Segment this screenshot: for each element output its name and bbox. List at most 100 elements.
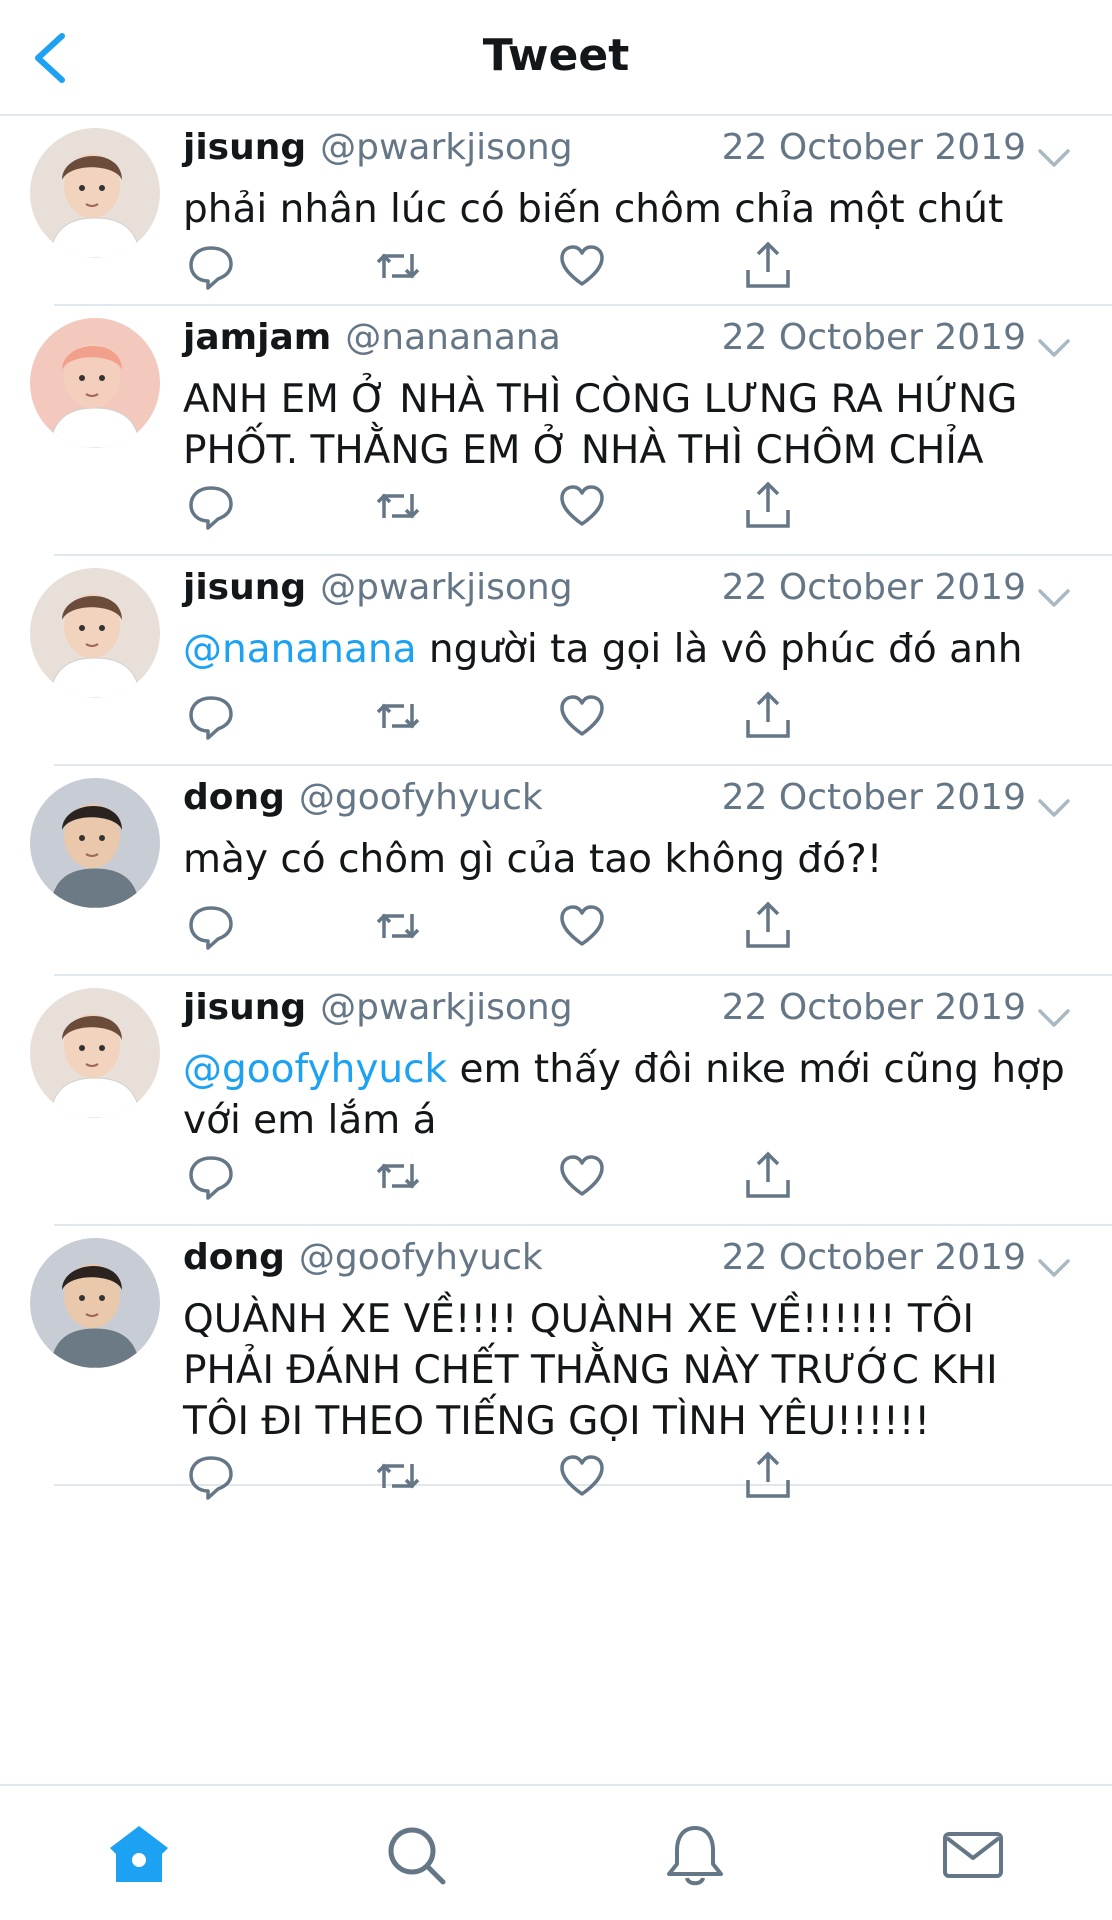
chevron-down-icon[interactable] <box>1036 324 1072 357</box>
search-icon <box>388 1827 446 1885</box>
nav-search[interactable] <box>381 1820 451 1890</box>
tweet-text: QUÀNH XE VỀ!!!! QUÀNH XE VỀ!!!!!! TÔI PHẢ… <box>183 1294 1072 1447</box>
tweet-item[interactable]: jisung @pwarkjisong 22 October 2019 phải nh… <box>30 116 1112 306</box>
tweet-content: dong @goofyhyuck 22 October 2019 mày có chô… <box>183 772 1072 885</box>
top-bar: Tweet <box>0 0 1112 116</box>
like-icon[interactable] <box>554 898 610 954</box>
tweet-text: mày có chôm gì của tao không đó?! <box>183 834 1072 885</box>
reply-icon[interactable] <box>183 898 239 954</box>
tweet-item[interactable]: jisung @pwarkjisong 22 October 2019 @goofyh… <box>30 976 1112 1226</box>
messages-icon <box>943 1832 1003 1878</box>
tweet-item[interactable]: jisung @pwarkjisong 22 October 2019 @nanana… <box>30 556 1112 766</box>
nav-home[interactable] <box>104 1820 174 1890</box>
chevron-down-icon[interactable] <box>1036 784 1072 817</box>
reply-icon[interactable] <box>183 1148 239 1204</box>
display-name[interactable]: jisung <box>183 987 306 1028</box>
avatar[interactable] <box>30 318 160 448</box>
nav-notifications[interactable] <box>660 1820 730 1890</box>
chevron-down-icon[interactable] <box>1036 994 1072 1027</box>
tweet-date: 22 October 2019 <box>721 987 1026 1028</box>
mention-link[interactable]: @nananana <box>183 627 416 672</box>
share-icon[interactable] <box>740 238 796 294</box>
user-handle[interactable]: @nananana <box>345 317 561 358</box>
nav-messages[interactable] <box>938 1820 1008 1890</box>
user-handle[interactable]: @pwarkjisong <box>320 127 572 168</box>
like-icon[interactable] <box>554 478 610 534</box>
avatar[interactable] <box>30 128 160 258</box>
display-name[interactable]: jisung <box>183 127 306 168</box>
mention-link[interactable]: @goofyhyuck <box>183 1047 447 1092</box>
share-icon[interactable] <box>740 1148 796 1204</box>
tweet-text-line: mày có chôm gì của tao không đó?! <box>183 834 1072 885</box>
tweet-text: phải nhân lúc có biến chôm chỉa một chút <box>183 184 1072 235</box>
share-icon[interactable] <box>740 688 796 744</box>
share-icon[interactable] <box>740 478 796 534</box>
reply-icon[interactable] <box>183 1448 239 1504</box>
tweet-text-segment: với em lắm á <box>183 1098 437 1143</box>
tweet-text-segment: em thấy đôi nike mới cũng hợp <box>447 1047 1065 1092</box>
tweet-thread-screen: Tweet jisung @pwarkjisong 22 October 2019 p… <box>0 0 1112 1920</box>
reply-icon[interactable] <box>183 478 239 534</box>
like-icon[interactable] <box>554 1448 610 1504</box>
avatar[interactable] <box>30 988 160 1118</box>
tweet-content: jisung @pwarkjisong 22 October 2019 phải nh… <box>183 122 1072 235</box>
tweet-actions <box>183 238 823 298</box>
tweet-date: 22 October 2019 <box>721 127 1026 168</box>
user-handle[interactable]: @goofyhyuck <box>299 777 543 818</box>
share-icon[interactable] <box>740 1448 796 1504</box>
tweet-text-segment: PHẢI ĐÁNH CHẾT THẰNG NÀY TRƯỚC KHI <box>183 1348 998 1393</box>
chevron-down-icon[interactable] <box>1036 1244 1072 1277</box>
tweet-header: jisung @pwarkjisong 22 October 2019 <box>183 122 1072 174</box>
tweet-item[interactable]: dong @goofyhyuck 22 October 2019 QUÀNH XE V… <box>30 1226 1112 1500</box>
tweet-text-line: ANH EM Ở NHÀ THÌ CÒNG LƯNG RA HỨNG <box>183 374 1072 425</box>
tweet-text-line: phải nhân lúc có biến chôm chỉa một chút <box>183 184 1072 235</box>
tweet-header: jisung @pwarkjisong 22 October 2019 <box>183 982 1072 1034</box>
tweet-content: jisung @pwarkjisong 22 October 2019 @nanana… <box>183 562 1072 675</box>
retweet-icon[interactable] <box>370 1148 426 1204</box>
tweet-text-line: @goofyhyuck em thấy đôi nike mới cũng hợ… <box>183 1044 1072 1095</box>
tweet-content: jisung @pwarkjisong 22 October 2019 @goofyh… <box>183 982 1072 1146</box>
user-handle[interactable]: @pwarkjisong <box>320 987 572 1028</box>
tweet-text-line: @nananana người ta gọi là vô phúc đó anh <box>183 624 1072 675</box>
avatar[interactable] <box>30 568 160 698</box>
tweet-item[interactable]: jamjam @nananana 22 October 2019 ANH EM Ở N… <box>30 306 1112 556</box>
tweet-header: jisung @pwarkjisong 22 October 2019 <box>183 562 1072 614</box>
tweet-header: dong @goofyhyuck 22 October 2019 <box>183 772 1072 824</box>
user-handle[interactable]: @pwarkjisong <box>320 567 572 608</box>
tweet-text-line: PHỐT. THẰNG EM Ở NHÀ THÌ CHÔM CHỈA <box>183 425 1072 476</box>
display-name[interactable]: jisung <box>183 567 306 608</box>
tweet-item[interactable]: dong @goofyhyuck 22 October 2019 mày có chô… <box>30 766 1112 976</box>
like-icon[interactable] <box>554 1148 610 1204</box>
tweet-text: @nananana người ta gọi là vô phúc đó anh <box>183 624 1072 675</box>
tweet-content: dong @goofyhyuck 22 October 2019 QUÀNH XE V… <box>183 1232 1072 1447</box>
tweet-date: 22 October 2019 <box>721 1237 1026 1278</box>
tweet-list[interactable]: jisung @pwarkjisong 22 October 2019 phải nh… <box>0 116 1112 1784</box>
retweet-icon[interactable] <box>370 688 426 744</box>
chevron-down-icon[interactable] <box>1036 134 1072 167</box>
display-name[interactable]: dong <box>183 777 285 818</box>
like-icon[interactable] <box>554 238 610 294</box>
user-handle[interactable]: @goofyhyuck <box>299 1237 543 1278</box>
share-icon[interactable] <box>740 898 796 954</box>
avatar[interactable] <box>30 778 160 908</box>
like-icon[interactable] <box>554 688 610 744</box>
retweet-icon[interactable] <box>370 478 426 534</box>
home-icon <box>110 1826 168 1882</box>
display-name[interactable]: jamjam <box>183 317 331 358</box>
tweet-text-segment: QUÀNH XE VỀ!!!! QUÀNH XE VỀ!!!!!! TÔI <box>183 1297 974 1342</box>
tweet-text-segment: PHỐT. THẰNG EM Ở NHÀ THÌ CHÔM CHỈA <box>183 428 984 473</box>
reply-icon[interactable] <box>183 688 239 744</box>
display-name[interactable]: dong <box>183 1237 285 1278</box>
avatar[interactable] <box>30 1238 160 1368</box>
bottom-navigation <box>0 1784 1112 1920</box>
retweet-icon[interactable] <box>370 898 426 954</box>
tweet-header: dong @goofyhyuck 22 October 2019 <box>183 1232 1072 1284</box>
retweet-icon[interactable] <box>370 1448 426 1504</box>
reply-icon[interactable] <box>183 238 239 294</box>
retweet-icon[interactable] <box>370 238 426 294</box>
page-title: Tweet <box>482 30 630 81</box>
chevron-down-icon[interactable] <box>1036 574 1072 607</box>
tweet-actions <box>183 898 823 958</box>
tweet-text-line: PHẢI ĐÁNH CHẾT THẰNG NÀY TRƯỚC KHI <box>183 1345 1072 1396</box>
tweet-actions <box>183 688 823 748</box>
